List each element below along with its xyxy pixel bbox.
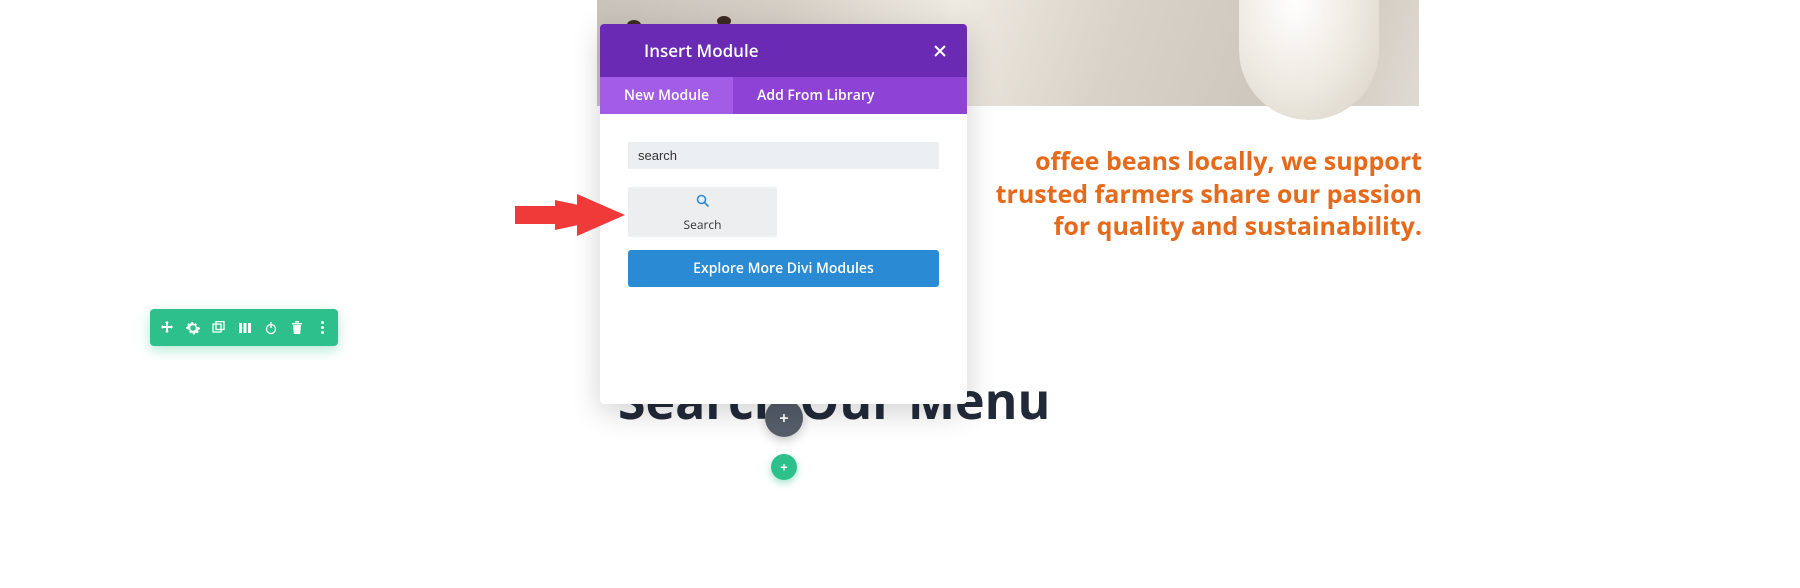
add-section-button[interactable]: + [771,454,797,480]
move-icon[interactable] [160,320,174,336]
modal-header[interactable]: Insert Module [600,24,967,77]
search-icon [696,191,710,213]
module-grid: Search [628,187,939,237]
modal-title: Insert Module [644,39,759,62]
page-stage: offee beans locally, we support trusted … [0,0,1800,588]
explore-modules-button[interactable]: Explore More Divi Modules [628,250,939,287]
modal-body: Search Explore More Divi Modules [600,114,967,287]
cup-graphic [1239,0,1379,120]
module-search[interactable]: Search [628,187,777,237]
duplicate-icon[interactable] [212,320,226,336]
settings-icon[interactable] [186,320,200,336]
hero-paragraph: offee beans locally, we support trusted … [968,145,1422,243]
more-icon[interactable] [316,320,328,336]
tab-add-from-library[interactable]: Add From Library [733,77,898,114]
columns-icon[interactable] [238,320,252,336]
modal-tabs: New Module Add From Library [600,77,967,114]
close-icon[interactable] [927,38,953,64]
insert-module-modal: Insert Module New Module Add From Librar… [600,24,967,404]
trash-icon[interactable] [290,320,304,336]
section-toolbar [150,309,338,346]
power-icon[interactable] [264,320,278,336]
module-search-input[interactable] [628,142,939,169]
add-row-button[interactable]: + [765,399,803,437]
module-search-label: Search [684,216,722,233]
tab-new-module[interactable]: New Module [600,77,733,114]
